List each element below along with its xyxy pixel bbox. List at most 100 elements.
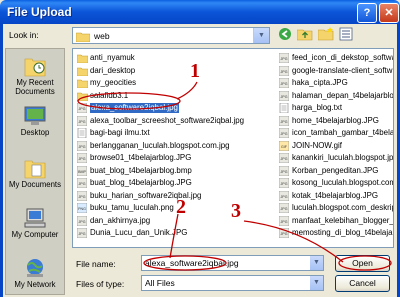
window-frame-left [0, 24, 3, 297]
place-my-computer[interactable]: My Computer [6, 207, 64, 239]
place-desktop[interactable]: Desktop [6, 105, 64, 137]
folder-item[interactable]: dari_desktop [76, 66, 272, 76]
file-item[interactable]: JPG halaman_depan_t4belajarblog [278, 90, 393, 101]
file-item[interactable]: JPG Dunia_Lucu_dan_Unik.JPG [76, 227, 272, 239]
file-item[interactable]: JPG alexa_toolbar_screeshot_software2iqba… [76, 115, 272, 126]
folder-item[interactable]: my_geocities [76, 78, 272, 89]
svg-text:JPG: JPG [79, 107, 86, 111]
jpg-file-icon: JPG [76, 227, 88, 239]
file-name: feed_icon_di_dekstop_softwa [292, 53, 394, 62]
places-bar: My Recent Documents Desktop My Documents… [5, 48, 65, 295]
view-menu-icon[interactable] [338, 27, 355, 44]
file-name: home_t4belajarblog.JPG [292, 115, 379, 125]
file-type-select[interactable]: All Files [141, 275, 324, 291]
file-item[interactable]: bagi-bagi ilmu.txt [77, 127, 272, 139]
jpg-file-icon: JPG [278, 152, 290, 164]
jpg-file-icon: JPG [278, 177, 290, 189]
file-item[interactable]: GIF JOIN-NOW.gif [278, 140, 393, 151]
svg-text:JPG: JPG [281, 95, 288, 99]
file-item[interactable]: JPG luculah.blogspot.com_deskrip [278, 202, 394, 214]
file-item[interactable]: JPG icon_tambah_gambar_t4belaja [278, 127, 394, 139]
file-item[interactable]: JPG alexa_software2iqbal.jpg [76, 102, 272, 114]
file-type-label: Files of type: [76, 279, 125, 289]
place-my-recent-documents[interactable]: My Recent Documents [6, 55, 64, 96]
svg-text:PNG: PNG [78, 207, 86, 211]
file-name: kosong_luculah.blogspot.com [292, 178, 394, 187]
file-item[interactable]: JPG dan_akhirnya.jpg [76, 215, 272, 226]
annotation-number-3: 3 [231, 200, 241, 222]
file-item[interactable]: JPG Korban_pengeditan.JPG [278, 165, 393, 176]
open-button[interactable]: Open [335, 255, 390, 272]
gif-file-icon: GIF [278, 140, 290, 151]
bmp-file-icon: BMP [76, 165, 88, 176]
file-item[interactable]: JPG browse01_t4belajarblog.JPG [76, 152, 272, 164]
up-folder-icon[interactable] [296, 27, 313, 44]
jpg-file-icon: JPG [278, 52, 290, 64]
file-name: anti_nyamuk [90, 53, 135, 62]
file-item[interactable]: JPG berlangganan_luculah.blogspot.com.jpg [76, 140, 272, 151]
file-item[interactable]: JPG kosong_luculah.blogspot.com [278, 177, 394, 189]
help-button[interactable]: ? [357, 3, 377, 23]
file-name: kotak_t4belajarblog.JPG [292, 190, 378, 200]
file-name: memosting_di_blog_t4belajarb [292, 228, 394, 237]
svg-text:JPG: JPG [79, 120, 86, 124]
file-item[interactable]: JPG kotak_t4belajarblog.JPG [278, 190, 393, 201]
svg-text:GIF: GIF [281, 145, 288, 149]
file-item[interactable]: JPG google-translate-client_softw [278, 65, 393, 76]
jpg-file-icon: JPG [278, 65, 290, 76]
close-button[interactable]: ✕ [379, 3, 399, 23]
jpg-file-icon: JPG [76, 177, 88, 189]
svg-text:JPG: JPG [281, 157, 288, 161]
file-name: JOIN-NOW.gif [292, 140, 342, 150]
file-item[interactable]: JPG manfaat_kelebihan_blogger_t [278, 215, 394, 226]
jpg-file-icon: JPG [278, 90, 290, 101]
folder-item[interactable]: salafidb3.1 [76, 91, 272, 101]
file-item[interactable]: PNG buku_tamu_luculah.png [76, 202, 272, 214]
file-name: bagi-bagi ilmu.txt [90, 128, 150, 137]
jpg-file-icon: JPG [278, 165, 290, 176]
jpg-file-icon: JPG [278, 215, 290, 226]
file-item[interactable]: JPG home_t4belajarblog.JPG [278, 115, 393, 126]
chevron-down-icon[interactable]: ▼ [310, 256, 323, 270]
file-item[interactable]: JPG feed_icon_di_dekstop_softwa [278, 52, 394, 64]
svg-text:JPG: JPG [281, 70, 288, 74]
chevron-down-icon[interactable]: ▼ [310, 276, 323, 290]
jpg-file-icon: JPG [76, 215, 88, 226]
chevron-down-icon[interactable]: ▼ [253, 28, 269, 43]
file-name: google-translate-client_softw [292, 65, 393, 75]
file-item[interactable]: BMP buat_blog_t4belajarblog.bmp [76, 165, 272, 176]
file-name: buat_blog_t4belajarblog.bmp [90, 165, 192, 175]
file-name: dan_akhirnya.jpg [90, 215, 151, 225]
file-name: manfaat_kelebihan_blogger_t [292, 215, 394, 225]
new-folder-icon[interactable] [317, 27, 334, 44]
file-name: harga_blog.txt [292, 103, 343, 112]
look-in-label: Look in: [9, 30, 39, 40]
file-name-input[interactable]: alexa_software2iqbal.jpg [141, 255, 324, 271]
place-label: My Recent Documents [15, 78, 55, 96]
place-label: My Network [14, 280, 56, 289]
cancel-button[interactable]: Cancel [335, 275, 390, 292]
file-name: haka_cipta.JPG [292, 78, 348, 87]
svg-text:JPG: JPG [281, 170, 288, 174]
title-bar[interactable]: File Upload ? ✕ [0, 0, 400, 24]
folder-icon [76, 32, 90, 42]
look-in-dropdown[interactable]: web ▼ [72, 27, 270, 44]
file-item[interactable]: JPG buku_harian_software2iqbal.jpg [76, 190, 272, 201]
svg-text:JPG: JPG [79, 182, 86, 186]
back-icon[interactable] [276, 27, 293, 44]
place-label: My Documents [9, 180, 61, 189]
svg-text:JPG: JPG [281, 82, 288, 86]
place-my-documents[interactable]: My Documents [6, 157, 64, 189]
place-my-network[interactable]: My Network [6, 257, 64, 289]
file-item[interactable]: JPG kanankiri_luculah.blogspot.jp [278, 152, 393, 164]
file-name: luculah.blogspot.com_deskrip [292, 203, 394, 212]
file-name: icon_tambah_gambar_t4belaja [292, 128, 394, 137]
file-item[interactable]: JPG buat_blog_t4belajarblog.JPG [76, 177, 272, 189]
file-name: my_geocities [90, 78, 137, 87]
folder-item[interactable]: anti_nyamuk [76, 53, 272, 64]
file-item[interactable]: JPG haka_cipta.JPG [278, 77, 393, 89]
file-name: Korban_pengeditan.JPG [292, 165, 379, 175]
file-item[interactable]: JPG memosting_di_blog_t4belajarb [278, 227, 394, 239]
file-item[interactable]: harga_blog.txt [279, 102, 393, 114]
my-network-icon [27, 259, 43, 277]
